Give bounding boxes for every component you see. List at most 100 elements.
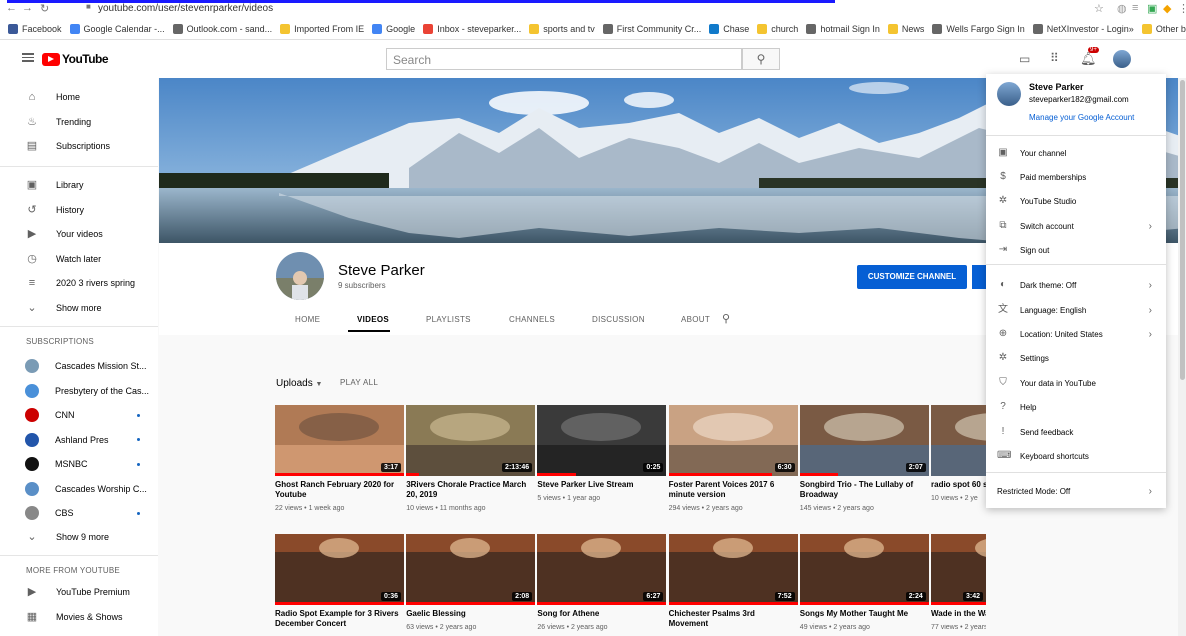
- video-thumbnail[interactable]: 2:13:46: [406, 405, 536, 476]
- manage-google-account-link[interactable]: Manage your Google Account: [1029, 113, 1134, 122]
- notifications-bell-icon[interactable]: 🔔︎: [1080, 51, 1097, 67]
- extension-icon[interactable]: ◆: [1163, 2, 1171, 15]
- bookmark-item[interactable]: Facebook: [8, 23, 62, 34]
- bookmark-item[interactable]: Inbox - steveparker...: [423, 23, 521, 34]
- sidebar-item[interactable]: ♨ Trending: [0, 110, 158, 134]
- sidebar-item[interactable]: ⌂ Home: [0, 85, 158, 109]
- account-menu-item[interactable]: ⌨ Keyboard shortcuts: [986, 444, 1166, 468]
- restricted-mode-item[interactable]: Restricted Mode: Off ›: [986, 479, 1166, 503]
- bookmark-item[interactable]: NetXInvestor - Login: [1032, 23, 1129, 34]
- channel-tab[interactable]: CHANNELS: [509, 315, 555, 324]
- hamburger-menu-icon[interactable]: [22, 53, 34, 62]
- search-input[interactable]: Search: [386, 48, 742, 70]
- play-all-button[interactable]: PLAY ALL: [340, 378, 378, 387]
- video-thumbnail[interactable]: 2:24: [799, 534, 929, 605]
- bookmark-item[interactable]: church: [757, 23, 798, 34]
- video-thumbnail[interactable]: 3:17: [275, 405, 404, 476]
- video-thumbnail[interactable]: [931, 405, 986, 476]
- account-menu-item[interactable]: $ Paid memberships: [986, 165, 1166, 189]
- sidebar-item[interactable]: ▦ Movies & Shows: [0, 605, 158, 629]
- account-menu-item[interactable]: ⛉ Your data in YouTube: [986, 371, 1166, 395]
- sidebar-item[interactable]: ▶ YouTube Premium: [0, 580, 158, 604]
- channel-tab[interactable]: VIDEOS: [357, 315, 389, 324]
- subscription-item[interactable]: Presbytery of the Cas...: [0, 379, 158, 403]
- scrollbar-thumb[interactable]: [1180, 80, 1185, 380]
- bookmark-item[interactable]: Outlook.com - sand...: [172, 23, 272, 34]
- forward-arrow-icon[interactable]: →: [22, 2, 33, 14]
- bookmark-item[interactable]: hotmail Sign In: [806, 23, 880, 34]
- subscription-item[interactable]: Cascades Worship C...: [0, 477, 158, 501]
- account-menu-item[interactable]: ⧉ Switch account ›: [986, 214, 1166, 238]
- bookmark-item[interactable]: Google: [372, 23, 415, 34]
- apps-grid-icon[interactable]: ⠿: [1050, 51, 1059, 65]
- video-title[interactable]: Song for Athene: [537, 609, 665, 619]
- star-icon[interactable]: ☆: [1094, 2, 1104, 15]
- bookmark-item[interactable]: News: [887, 23, 924, 34]
- search-button[interactable]: ⚲: [742, 48, 780, 70]
- youtube-logo[interactable]: YouTube: [42, 52, 109, 66]
- channel-avatar[interactable]: [276, 252, 324, 300]
- subscription-item[interactable]: CNN: [0, 403, 158, 427]
- extension-icon[interactable]: ▣: [1147, 2, 1157, 15]
- site-lock-icon[interactable]: ■: [86, 2, 91, 11]
- video-title[interactable]: radio spot 60 s: [931, 480, 986, 490]
- video-thumbnail[interactable]: 6:27: [537, 534, 667, 605]
- video-thumbnail[interactable]: 0:25: [537, 405, 667, 476]
- account-menu-item[interactable]: ✲ YouTube Studio: [986, 189, 1166, 213]
- video-thumbnail[interactable]: 7:52: [668, 534, 798, 605]
- video-thumbnail[interactable]: 2:07: [799, 405, 929, 476]
- subscription-item[interactable]: CBS: [0, 501, 158, 525]
- video-title[interactable]: Ghost Ranch February 2020 for Youtube: [275, 480, 403, 500]
- account-menu-item[interactable]: ◐ Dark theme: Off ›: [986, 273, 1166, 297]
- sidebar-item[interactable]: ▤ Subscriptions: [0, 134, 158, 158]
- account-menu-item[interactable]: ! Send feedback: [986, 420, 1166, 444]
- video-thumbnail[interactable]: 6:30: [668, 405, 798, 476]
- bookmark-item[interactable]: Google Calendar -...: [69, 23, 165, 34]
- extension-icon[interactable]: ◍: [1117, 2, 1127, 15]
- video-thumbnail[interactable]: 0:36: [275, 534, 404, 605]
- sidebar-item[interactable]: ↺ History: [0, 198, 158, 222]
- channel-tab[interactable]: DISCUSSION: [592, 315, 645, 324]
- account-menu-item[interactable]: ⊕ Location: United States ›: [986, 322, 1166, 346]
- account-menu-item[interactable]: ⇥ Sign out: [986, 238, 1166, 262]
- back-arrow-icon[interactable]: ←: [6, 2, 17, 14]
- bookmark-item[interactable]: Imported From IE: [280, 23, 364, 34]
- video-thumbnail[interactable]: 2:08: [406, 534, 536, 605]
- bookmark-item[interactable]: Wells Fargo Sign In: [932, 23, 1025, 34]
- youtube-studio-button[interactable]: [972, 265, 986, 289]
- account-menu-item[interactable]: ✲ Settings: [986, 346, 1166, 370]
- channel-tab[interactable]: PLAYLISTS: [426, 315, 471, 324]
- channel-tab[interactable]: HOME: [295, 315, 320, 324]
- uploads-sort-dropdown[interactable]: Uploads ▼: [276, 378, 322, 389]
- video-thumbnail[interactable]: 3:42: [931, 534, 986, 605]
- video-title[interactable]: Wade in the Water: [931, 609, 986, 619]
- bookmark-item[interactable]: Chase: [709, 23, 749, 34]
- video-title[interactable]: Songs My Mother Taught Me: [800, 609, 928, 619]
- video-title[interactable]: Gaelic Blessing: [406, 609, 534, 619]
- video-title[interactable]: Radio Spot Example for 3 Rivers December…: [275, 609, 403, 629]
- other-bookmarks[interactable]: Other bookmarks: [1141, 23, 1186, 34]
- address-url[interactable]: youtube.com/user/stevenrparker/videos: [98, 3, 273, 14]
- account-menu-item[interactable]: 文 Language: English ›: [986, 298, 1166, 322]
- subscription-item[interactable]: Cascades Mission St...: [0, 354, 158, 378]
- account-menu-item[interactable]: ? Help: [986, 395, 1166, 419]
- video-title[interactable]: 3Rivers Chorale Practice March 20, 2019: [406, 480, 534, 500]
- kebab-menu-icon[interactable]: ⋮: [1178, 2, 1186, 15]
- sidebar-item[interactable]: ≡ 2020 3 rivers spring: [0, 271, 158, 295]
- sidebar-item[interactable]: ▣ Library: [0, 173, 158, 197]
- bookmark-item[interactable]: First Community Cr...: [602, 23, 701, 34]
- sidebar-item[interactable]: ◷ Watch later: [0, 247, 158, 271]
- bookmarks-overflow[interactable]: »: [1129, 24, 1134, 34]
- video-title[interactable]: Songbird Trio - The Lullaby of Broadway: [800, 480, 928, 500]
- video-title[interactable]: Foster Parent Voices 2017 6 minute versi…: [669, 480, 797, 500]
- reload-icon[interactable]: ↻: [40, 2, 49, 15]
- subscription-item[interactable]: MSNBC: [0, 452, 158, 476]
- bookmark-item[interactable]: sports and tv: [529, 23, 595, 34]
- customize-channel-button[interactable]: CUSTOMIZE CHANNEL: [857, 265, 967, 289]
- video-title[interactable]: Steve Parker Live Stream: [537, 480, 665, 490]
- sidebar-item[interactable]: ⌄ Show more: [0, 296, 158, 320]
- channel-search-icon[interactable]: ⚲: [722, 312, 730, 325]
- sidebar-item[interactable]: ▶ Your videos: [0, 222, 158, 246]
- video-title[interactable]: Chichester Psalms 3rd Movement: [669, 609, 797, 629]
- channel-tab[interactable]: ABOUT: [681, 315, 710, 324]
